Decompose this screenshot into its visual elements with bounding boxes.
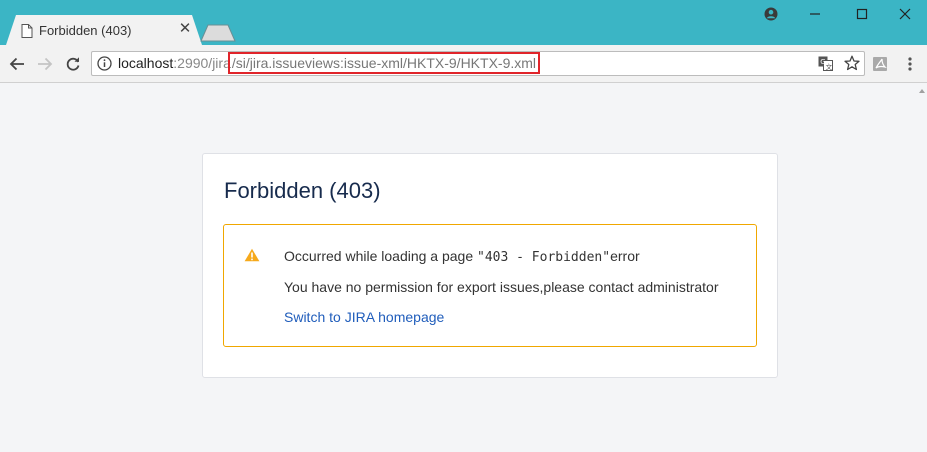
url-highlighted-path: /si/jira.issueviews:issue-xml/HKTX-9/HKT…	[227, 52, 541, 74]
page-viewport: Forbidden (403) Occurred while loading a…	[0, 83, 927, 452]
maximize-icon[interactable]	[840, 2, 884, 26]
alert-line-2: You have no permission for export issues…	[284, 279, 719, 295]
url-text[interactable]: localhost:2990/jira/si/jira.issueviews:i…	[118, 52, 541, 74]
alert-error-code: "403 - Forbidden"	[477, 250, 611, 265]
translate-icon[interactable]: G 文	[818, 56, 833, 71]
reload-icon[interactable]	[62, 53, 84, 75]
alert-line-1: Occurred while loading a page "403 - For…	[284, 248, 640, 265]
star-icon[interactable]	[844, 55, 860, 71]
minimize-icon[interactable]	[793, 2, 837, 26]
url-host: localhost	[118, 55, 174, 71]
forward-arrow-icon[interactable]	[34, 53, 56, 75]
pdf-extension-icon[interactable]	[869, 53, 891, 75]
warning-alert: Occurred while loading a page "403 - For…	[223, 224, 757, 347]
alert-line-1-suffix: error	[610, 248, 640, 264]
alert-line-1-prefix: Occurred while loading a page	[284, 248, 478, 264]
jira-homepage-link[interactable]: Switch to JIRA homepage	[284, 309, 444, 325]
page-title: Forbidden (403)	[224, 178, 381, 203]
close-icon[interactable]	[883, 2, 927, 26]
browser-tab[interactable]: Forbidden (403) ✕	[6, 15, 202, 45]
new-tab-button[interactable]	[200, 24, 236, 42]
warning-icon	[244, 248, 260, 262]
scroll-up-icon[interactable]	[918, 87, 926, 95]
address-bar[interactable]: localhost:2990/jira/si/jira.issueviews:i…	[91, 51, 865, 76]
tab-title: Forbidden (403)	[39, 23, 132, 38]
back-arrow-icon[interactable]	[6, 53, 28, 75]
info-icon[interactable]	[97, 56, 112, 71]
svg-text:文: 文	[826, 62, 833, 71]
browser-toolbar: localhost:2990/jira/si/jira.issueviews:i…	[0, 45, 927, 83]
url-port-path: :2990/jira	[173, 55, 231, 71]
browser-titlebar: Forbidden (403) ✕	[0, 0, 927, 45]
document-icon	[21, 24, 33, 38]
kebab-menu-icon[interactable]	[899, 53, 921, 75]
error-card: Forbidden (403) Occurred while loading a…	[202, 153, 778, 378]
tab-close-icon[interactable]: ✕	[176, 20, 194, 38]
account-icon[interactable]	[749, 2, 793, 26]
